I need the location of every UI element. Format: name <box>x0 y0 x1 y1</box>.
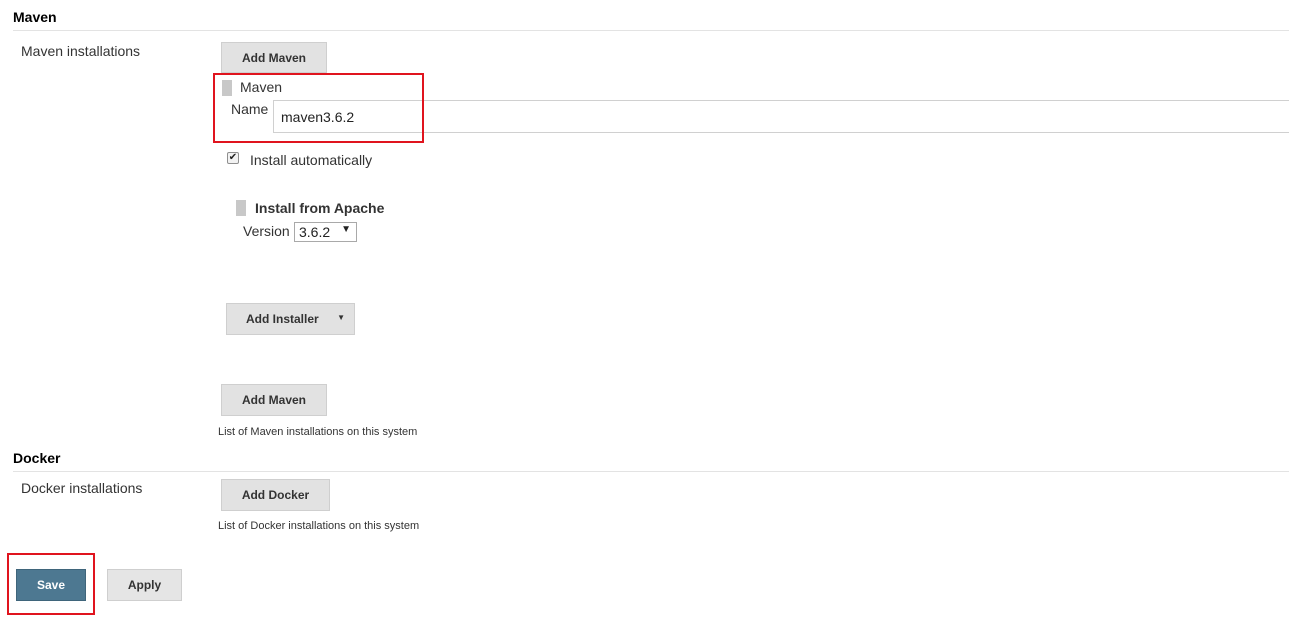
add-maven-button-top[interactable]: Add Maven <box>221 42 327 73</box>
version-selected-value: 3.6.2 <box>299 224 331 240</box>
add-maven-button-bottom[interactable]: Add Maven <box>221 384 327 416</box>
save-highlight-box <box>7 553 95 615</box>
version-select[interactable]: 3.6.2 ▼ <box>294 222 357 242</box>
maven-help-text: List of Maven installations on this syst… <box>218 426 418 438</box>
apply-button[interactable]: Apply <box>107 569 182 601</box>
version-label: Version <box>243 223 290 239</box>
installer-title: Install from Apache <box>255 200 385 216</box>
docker-help-text: List of Docker installations on this sys… <box>218 520 420 532</box>
docker-section-divider <box>13 471 1289 472</box>
add-docker-button[interactable]: Add Docker <box>221 479 330 511</box>
add-installer-label: Add Installer <box>246 312 319 326</box>
checkmark-icon: ✔ <box>228 152 238 163</box>
installer-drag-handle-icon[interactable] <box>236 200 246 216</box>
install-automatically-label: Install automatically <box>250 152 373 168</box>
name-highlight-box <box>213 73 424 143</box>
chevron-down-icon: ▼ <box>341 224 351 235</box>
maven-installations-label: Maven installations <box>21 43 141 59</box>
maven-section-divider <box>13 30 1289 31</box>
docker-installations-label: Docker installations <box>21 480 143 496</box>
docker-section-title: Docker <box>13 450 61 466</box>
maven-name-input[interactable]: maven3.6.2 <box>273 100 1289 133</box>
dropdown-arrow-icon: ▼ <box>337 313 345 322</box>
maven-section-title: Maven <box>13 9 57 25</box>
add-installer-button[interactable]: Add Installer ▼ <box>226 303 355 335</box>
install-automatically-checkbox[interactable]: ✔ <box>227 152 239 164</box>
